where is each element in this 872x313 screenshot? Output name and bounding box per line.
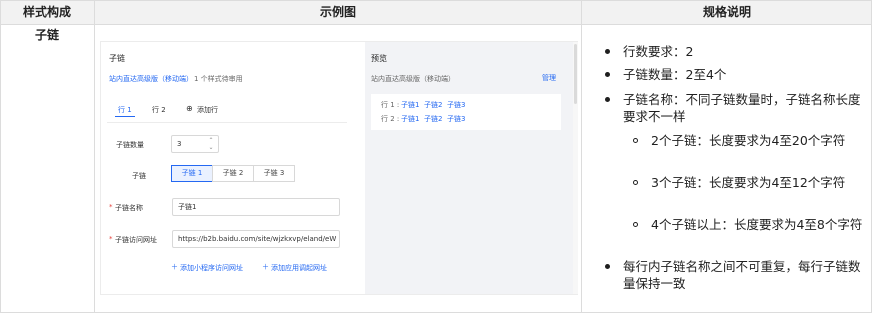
chain-option-3[interactable]: 子链 3 [253,165,295,182]
chain-option-2[interactable]: 子链 2 [212,165,254,182]
spec-chain-count: 子链数量：2至4个 [623,67,727,82]
sub-bullet-icon [633,180,638,185]
bullet-icon [605,97,610,102]
bullet-icon [605,264,610,269]
preview-panel: 预览 站内直达高级版（移动端） 管理 行 1 : 子链1 子链2 子链3 行 2… [365,42,573,294]
spec-sub-4-chains: 4个子链以上：长度要求为4至8个字符 [651,217,863,232]
count-stepper[interactable]: 3 ⌃ ⌄ [171,135,219,153]
example-image: 子链 站内直达高级版（移动端） 1 个样式待审用 行 1 行 2 ⊕ 添加行 子… [100,41,578,295]
required-star-icon: * [109,203,113,211]
bullet-icon [605,49,610,54]
add-app-link[interactable]: 添加应用调起网址 [271,263,327,273]
spec-chain-name: 子链名称：不同子链数量时，子链名称长度要求不一样 [623,92,861,124]
count-value: 3 [177,140,182,148]
preview-row2-chain-1[interactable]: 子链1 [401,114,419,124]
chain-option-1[interactable]: 子链 1 [171,165,213,182]
add-mini-program-link[interactable]: 添加小程序访问网址 [180,263,243,273]
preview-subtitle: 站内直达高级版（移动端） [371,75,455,83]
name-label: 子链名称 [115,204,143,212]
count-label: 子链数量 [116,141,144,149]
sub-bullet-icon [633,222,638,227]
name-input[interactable]: 子链1 [172,198,340,216]
row-label-sublink: 子链 [34,28,59,42]
tab-row-2[interactable]: 行 2 [152,105,166,115]
header-style-composition: 样式构成 [22,5,71,19]
editor-panel: 子链 站内直达高级版（移动端） 1 个样式待审用 行 1 行 2 ⊕ 添加行 子… [101,42,365,294]
preview-row1-chain-3[interactable]: 子链3 [447,100,465,110]
spec-no-duplicate: 每行内子链名称之间不可重复，每行子链数量保持一致 [623,259,861,291]
preview-title: 预览 [371,54,387,63]
table-col-divider-1 [94,0,95,313]
sub-bullet-icon [633,138,638,143]
active-tab-indicator [115,116,135,117]
required-star-icon: * [109,235,113,243]
bullet-icon [605,72,610,77]
preview-chain-box: 行 1 : 子链1 子链2 子链3 行 2 : 子链1 子链2 子链3 [371,94,561,130]
manage-link[interactable]: 管理 [542,73,556,83]
add-row-icon: ⊕ [186,104,193,113]
url-input[interactable]: https://b2b.baidu.com/site/wjzkxvp/eland… [172,230,340,248]
plus-icon: ＋ [262,263,269,271]
spec-sub-2-chains: 2个子链：长度要求为4至20个字符 [651,133,846,148]
table-border-top [0,0,872,1]
preview-row1-chain-1[interactable]: 子链1 [401,100,419,110]
chain-label: 子链 [132,172,146,180]
header-example: 示例图 [319,5,356,19]
tab-divider [107,122,347,123]
preview-row-2-label: 行 2 : [381,115,400,123]
url-label: 子链访问网址 [115,236,157,244]
editor-subtitle-link[interactable]: 站内直达高级版（移动端） [109,74,193,84]
scrollbar-thumb[interactable] [574,44,577,104]
spec-sub-3-chains: 3个子链：长度要求为4至12个字符 [651,175,846,190]
preview-row2-chain-2[interactable]: 子链2 [424,114,442,124]
stepper-arrows-icon[interactable]: ⌃ ⌄ [207,137,215,151]
add-row-button[interactable]: 添加行 [197,105,218,115]
table-border-left [0,0,1,313]
editor-title: 子链 [109,54,125,63]
spec-table: 样式构成 示例图 规格说明 子链 子链 站内直达高级版（移动端） 1 个样式待审… [0,0,872,313]
preview-row-1-label: 行 1 : [381,101,400,109]
tab-row-1[interactable]: 行 1 [118,105,132,115]
spec-row-count: 行数要求：2 [623,44,694,59]
table-col-divider-2 [581,0,582,313]
table-header-row: 样式构成 示例图 规格说明 [0,0,872,24]
header-spec: 规格说明 [702,5,751,19]
plus-icon: ＋ [171,263,178,271]
preview-row2-chain-3[interactable]: 子链3 [447,114,465,124]
table-header-divider [0,24,872,25]
preview-scrollbar[interactable] [573,42,578,294]
editor-subtitle-tail: 1 个样式待审用 [194,75,243,83]
preview-row1-chain-2[interactable]: 子链2 [424,100,442,110]
